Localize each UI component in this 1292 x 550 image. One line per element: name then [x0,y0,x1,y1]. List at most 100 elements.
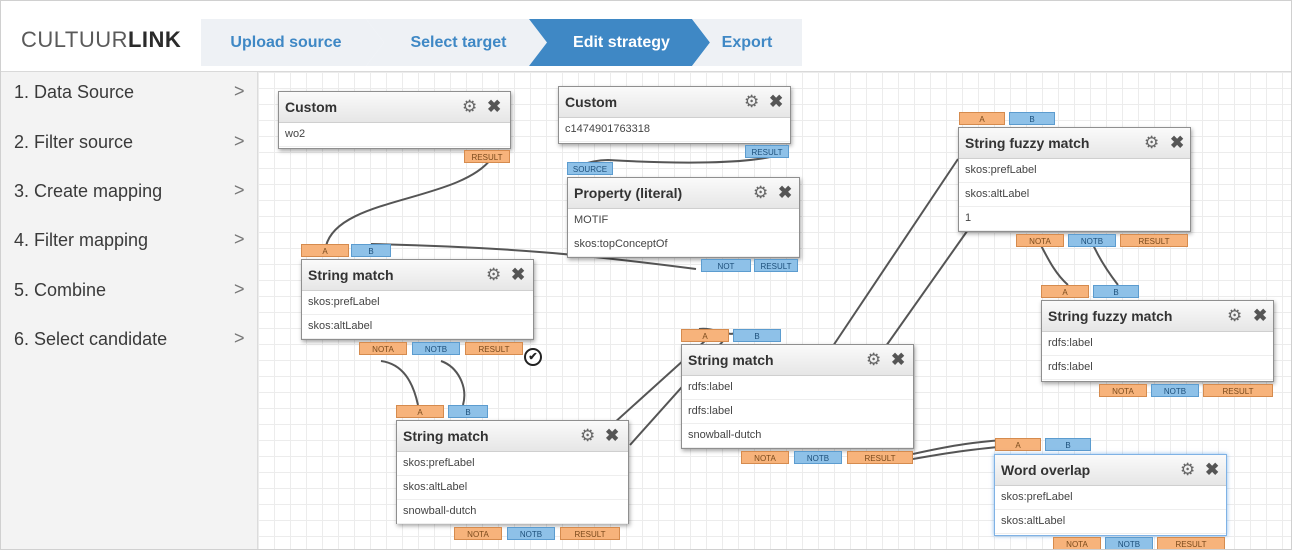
input-b-tag[interactable]: B [733,329,781,342]
step-edit-strategy[interactable]: Edit strategy [529,19,714,66]
node-header: String fuzzy match ⚙ ✖ [959,128,1190,159]
notb-tag[interactable]: NOTB [507,527,555,540]
sidebar-item-data-source[interactable]: 1. Data Source > [1,72,257,112]
chevron-right-icon: > [234,229,245,249]
strategy-canvas[interactable]: Custom ⚙ ✖ wo2 RESULT Custom ⚙ ✖ c147490… [258,72,1291,549]
gear-icon[interactable]: ⚙ [866,350,881,370]
result-tag[interactable]: RESULT [1157,537,1225,549]
result-tag[interactable]: RESULT [464,150,510,163]
close-icon[interactable]: ✖ [605,426,619,446]
result-tag[interactable]: RESULT [465,342,523,355]
sidebar-item-select-candidate[interactable]: 6. Select candidate > [1,319,257,359]
input-a-tag[interactable]: A [301,244,349,257]
input-b-tag[interactable]: B [1045,438,1091,451]
node-param: snowball-dutch [397,500,628,524]
node-param: skos:altLabel [397,476,628,500]
gear-icon[interactable]: ⚙ [753,183,768,203]
input-b-tag[interactable]: B [1093,285,1139,298]
string-match-node[interactable]: String match ⚙ ✖ rdfs:label rdfs:label s… [681,344,914,449]
nota-tag[interactable]: NOTA [741,451,789,464]
input-b-tag[interactable]: B [351,244,391,257]
sidebar-item-filter-mapping[interactable]: 4. Filter mapping > [1,220,257,260]
gear-icon[interactable]: ⚙ [462,97,477,117]
property-literal-node[interactable]: Property (literal) ⚙ ✖ MOTIF skos:topCon… [567,177,800,258]
gear-icon[interactable]: ⚙ [1180,460,1195,480]
step-select-target[interactable]: Select target [366,19,551,66]
result-tag[interactable]: RESULT [560,527,620,540]
sidebar-item-filter-source[interactable]: 2. Filter source > [1,122,257,162]
node-header: String match ⚙ ✖ [397,421,628,452]
gear-icon[interactable]: ⚙ [744,92,759,112]
sidebar-item-label: 3. Create mapping [14,181,163,201]
step-label: Select target [410,34,507,51]
result-tag[interactable]: RESULT [1203,384,1273,397]
sidebar-item-combine[interactable]: 5. Combine > [1,270,257,310]
node-param: skos:prefLabel [995,486,1226,510]
close-icon[interactable]: ✖ [891,350,905,370]
nota-tag[interactable]: NOTA [1016,234,1064,247]
input-b-tag[interactable]: B [448,405,488,418]
notb-tag[interactable]: NOTB [412,342,460,355]
string-fuzzy-match-node[interactable]: String fuzzy match ⚙ ✖ rdfs:label rdfs:l… [1041,300,1274,382]
notb-tag[interactable]: NOTB [1151,384,1199,397]
node-param: skos:topConceptOf [568,233,799,257]
notb-tag[interactable]: NOTB [1105,537,1153,549]
custom-node[interactable]: Custom ⚙ ✖ wo2 [278,91,511,149]
close-icon[interactable]: ✖ [769,92,783,112]
node-title: Custom [565,94,618,110]
close-icon[interactable]: ✖ [1253,306,1267,326]
string-match-node[interactable]: String match ⚙ ✖ skos:prefLabel skos:alt… [301,259,534,340]
node-header: Word overlap ⚙ ✖ [995,455,1226,486]
string-match-node[interactable]: String match ⚙ ✖ skos:prefLabel skos:alt… [396,420,629,524]
result-tag[interactable]: RESULT [745,145,789,158]
input-b-tag[interactable]: B [1009,112,1055,125]
gear-icon[interactable]: ⚙ [1144,133,1159,153]
source-tag[interactable]: SOURCE [567,162,613,175]
close-icon[interactable]: ✖ [511,265,525,285]
wire [885,226,971,347]
close-icon[interactable]: ✖ [1170,133,1184,153]
input-a-tag[interactable]: A [959,112,1005,125]
logo-part2: LINK [127,27,182,52]
close-icon[interactable]: ✖ [1205,460,1219,480]
close-icon[interactable]: ✖ [778,183,792,203]
gear-icon[interactable]: ⚙ [1227,306,1242,326]
step-upload-source[interactable]: Upload source [201,19,384,66]
close-icon[interactable]: ✖ [487,97,501,117]
step-export[interactable]: Export [692,19,802,66]
chevron-right-icon: > [234,279,245,299]
string-fuzzy-match-node[interactable]: String fuzzy match ⚙ ✖ skos:prefLabel sk… [958,127,1191,232]
notb-tag[interactable]: NOTB [794,451,842,464]
result-tag[interactable]: RESULT [1120,234,1188,247]
node-title: String match [308,267,394,283]
node-param: rdfs:label [682,400,913,424]
node-header: Property (literal) ⚙ ✖ [568,178,799,209]
sidebar-item-create-mapping[interactable]: 3. Create mapping > [1,171,257,211]
word-overlap-node[interactable]: Word overlap ⚙ ✖ skos:prefLabel skos:alt… [994,454,1227,536]
node-param: MOTIF [568,209,799,233]
node-title: String match [688,352,774,368]
custom-node[interactable]: Custom ⚙ ✖ c1474901763318 [558,86,791,144]
node-header: String fuzzy match ⚙ ✖ [1042,301,1273,332]
nota-tag[interactable]: NOTA [1099,384,1147,397]
result-tag[interactable]: RESULT [754,259,798,272]
nota-tag[interactable]: NOTA [1053,537,1101,549]
not-tag[interactable]: NOT [701,259,751,272]
node-title: Property (literal) [574,185,683,201]
input-a-tag[interactable]: A [995,438,1041,451]
result-tag[interactable]: RESULT [847,451,913,464]
gear-icon[interactable]: ⚙ [580,426,595,446]
input-a-tag[interactable]: A [396,405,444,418]
node-param: c1474901763318 [559,118,790,142]
node-title: Word overlap [1001,462,1091,478]
node-param: skos:altLabel [959,183,1190,207]
notb-tag[interactable]: NOTB [1068,234,1116,247]
input-a-tag[interactable]: A [681,329,729,342]
wire [380,360,419,406]
top-bar: CULTUURLINK Upload source Select target … [1,1,1291,72]
gear-icon[interactable]: ⚙ [486,265,501,285]
nota-tag[interactable]: NOTA [359,342,407,355]
nota-tag[interactable]: NOTA [454,527,502,540]
node-param: skos:prefLabel [959,159,1190,183]
input-a-tag[interactable]: A [1041,285,1089,298]
